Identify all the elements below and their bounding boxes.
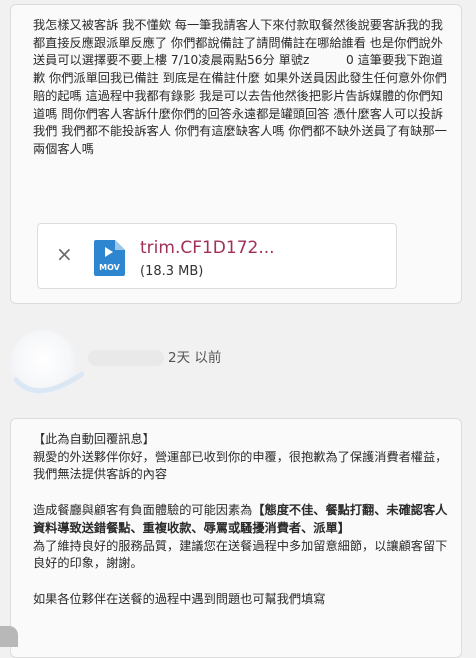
- reply-footer: 如果各位夥伴在送餐的過程中遇到問題也可幫我們填寫: [33, 591, 326, 606]
- mov-file-icon: MOV: [94, 240, 125, 276]
- reply-card: 【此為自動回覆訊息】 親愛的外送夥伴你好，營運部已收到你的申覆，很抱歉為了保護消…: [10, 418, 462, 658]
- attachment-file-size: (18.3 MB): [140, 264, 204, 279]
- scroll-corner-marker: [0, 626, 18, 647]
- reply-advice: 為了維持良好的服務品質，建議您在送餐過程中多加留意細節，以讓顧客留下良好的印象，…: [33, 538, 448, 571]
- reply-factors-intro: 造成餐廳與顧客有負面體驗的可能因素為: [33, 503, 253, 518]
- reply-header: 2天 以前: [0, 312, 476, 402]
- attachment-file-name[interactable]: trim.CF1D172...: [140, 238, 275, 258]
- reply-timestamp: 2天 以前: [168, 350, 222, 366]
- reply-greeting: 親愛的外送夥伴你好，營運部已收到你的申覆，很抱歉為了保護消費者權益，我們無法提供…: [33, 449, 448, 482]
- reply-body: 【此為自動回覆訊息】 親愛的外送夥伴你好，營運部已收到你的申覆，很抱歉為了保護消…: [33, 431, 453, 609]
- message-text: 我怎樣又被客訴 我不懂欸 每一筆我請客人下來付款取餐然後說要客訴我的我都直接反應…: [33, 18, 447, 156]
- reply-factors-paragraph: 造成餐廳與顧客有負面體驗的可能因素為【態度不佳、餐點打翻、未確認客人資料導致送錯…: [33, 502, 453, 537]
- mov-icon-label: MOV: [99, 263, 121, 272]
- sender-name-redacted: [88, 350, 164, 366]
- auto-reply-tag: 【此為自動回覆訊息】: [33, 432, 155, 446]
- close-icon[interactable]: ×: [56, 244, 73, 264]
- message-card: 我怎樣又被客訴 我不懂欸 每一筆我請客人下來付款取餐然後說要客訴我的我都直接反應…: [10, 4, 462, 304]
- attachment-card[interactable]: × MOV trim.CF1D172... (18.3 MB): [37, 223, 397, 289]
- avatar-wave-graphic: [14, 371, 84, 394]
